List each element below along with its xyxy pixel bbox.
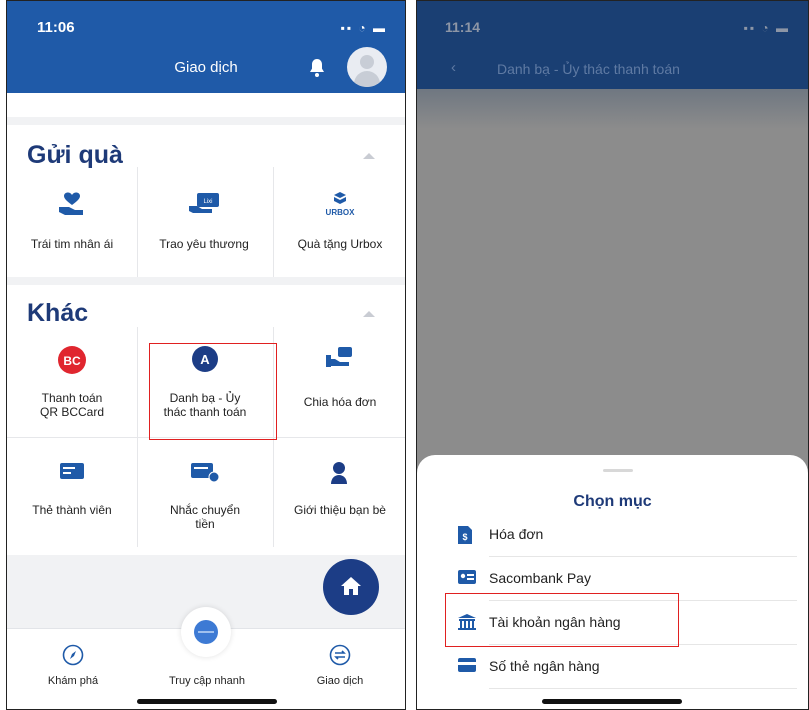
header-bar: 11:06 ▪▪ ◔ ▬ Giao dịch — [7, 1, 405, 93]
bill-icon: $ — [458, 526, 472, 544]
other-item-label: Thanh toán — [41, 391, 103, 405]
quick-access-button[interactable] — [181, 607, 231, 657]
option-label: Số thẻ ngân hàng — [489, 658, 600, 674]
svg-text:Lixi: Lixi — [203, 199, 212, 205]
other-item-label: Nhắc chuyển — [169, 503, 241, 517]
exchange-icon[interactable] — [329, 644, 351, 666]
gift-item-label: Trao yêu thương — [159, 237, 249, 251]
collapse-icon[interactable] — [363, 311, 375, 317]
right-phone-screen: 11:14 ▪▪ ◔ ▬ ‹ Danh bạ - Ủy thác thanh t… — [416, 0, 809, 710]
option-card-number[interactable]: Số thẻ ngân hàng — [457, 645, 797, 689]
other-section-title: Khác — [27, 299, 89, 327]
gift-item-urbox[interactable]: URBOX Quà tặng Urbox — [275, 191, 405, 261]
bottom-nav: Khám phá Truy cập nhanh Giao dịch — [7, 607, 405, 709]
nav-quick-access[interactable]: Truy cập nhanh — [157, 675, 257, 687]
nav-explore[interactable]: Khám phá — [23, 675, 123, 687]
left-phone-screen: 11:06 ▪▪ ◔ ▬ Giao dịch Gửi quà Trái tim … — [6, 0, 406, 710]
gift-item-lixi[interactable]: Lixi Trao yêu thương — [139, 191, 269, 261]
sheet-title: Chọn mục — [573, 493, 652, 510]
status-time: 11:06 — [37, 19, 75, 36]
home-button[interactable] — [323, 559, 379, 615]
status-time: 11:14 — [445, 19, 481, 35]
other-item-label: Giới thiệu bạn bè — [294, 503, 386, 517]
urbox-logo-icon: URBOX — [326, 192, 356, 217]
hand-heart-icon — [59, 192, 83, 215]
status-icons: ▪▪ ◔ ▬ — [340, 21, 387, 35]
highlight-box — [445, 593, 679, 647]
gift-item-label: Trái tim nhân ái — [30, 237, 114, 251]
page-title: Giao dịch — [174, 59, 238, 76]
dim-overlay — [417, 89, 808, 129]
avatar[interactable] — [347, 47, 387, 87]
bottom-sheet: Chọn mục $ Hóa đơn Sacombank Pay Tài kho… — [417, 455, 808, 709]
other-item-bccard[interactable]: BC Thanh toán QR BCCard — [7, 345, 137, 425]
collapse-icon[interactable] — [363, 153, 375, 159]
member-card-icon — [60, 463, 84, 479]
quick-access-icon — [194, 620, 218, 644]
other-item-transfer-reminder[interactable]: Nhắc chuyển tiền — [140, 461, 270, 541]
reminder-card-icon — [191, 463, 220, 483]
bell-icon[interactable] — [305, 56, 329, 80]
previous-section-tail — [7, 93, 405, 117]
gift-money-icon: Lixi — [189, 193, 219, 213]
compass-icon[interactable] — [62, 644, 84, 666]
other-item-label: Thẻ thành viên — [32, 503, 112, 517]
other-item-label-line2: tiền — [195, 517, 215, 531]
svg-text:$: $ — [462, 532, 467, 542]
back-icon[interactable]: ‹ — [451, 59, 456, 76]
option-bill[interactable]: $ Hóa đơn — [457, 513, 797, 557]
person-icon — [331, 462, 347, 484]
gift-section-title: Gửi quà — [27, 141, 123, 169]
dimmed-header: 11:14 ▪▪ ◔ ▬ ‹ Danh bạ - Ủy thác thanh t… — [417, 1, 808, 89]
svg-text:URBOX: URBOX — [326, 208, 356, 217]
highlight-box — [149, 343, 277, 440]
nav-transactions[interactable]: Giao dịch — [290, 675, 390, 687]
svg-text:BC: BC — [63, 354, 81, 368]
page-title: Danh bạ - Ủy thác thanh toán — [497, 61, 680, 77]
gift-item-heart[interactable]: Trái tim nhân ái — [7, 191, 137, 261]
gift-item-label: Quà tặng Urbox — [297, 237, 383, 251]
other-item-label: Chia hóa đơn — [303, 395, 377, 409]
home-indicator — [137, 699, 277, 704]
card-icon — [458, 658, 476, 672]
gift-section: Gửi quà Trái tim nhân ái Lixi Trao yêu t… — [7, 125, 405, 277]
home-icon — [341, 577, 361, 595]
other-item-invite-friends[interactable]: Giới thiệu bạn bè — [275, 461, 405, 541]
status-icons: ▪▪ ◔ ▬ — [743, 21, 790, 35]
bccard-icon: BC — [58, 346, 86, 374]
option-label: Hóa đơn — [489, 526, 544, 542]
id-card-icon — [458, 570, 476, 584]
option-label: Sacombank Pay — [489, 570, 591, 586]
sheet-handle[interactable] — [603, 469, 633, 472]
other-item-member-card[interactable]: Thẻ thành viên — [7, 461, 137, 541]
home-indicator — [542, 699, 682, 704]
other-item-label-line2: QR BCCard — [39, 405, 104, 419]
other-item-split-bill[interactable]: Chia hóa đơn — [275, 345, 405, 425]
split-bill-icon — [326, 347, 352, 367]
